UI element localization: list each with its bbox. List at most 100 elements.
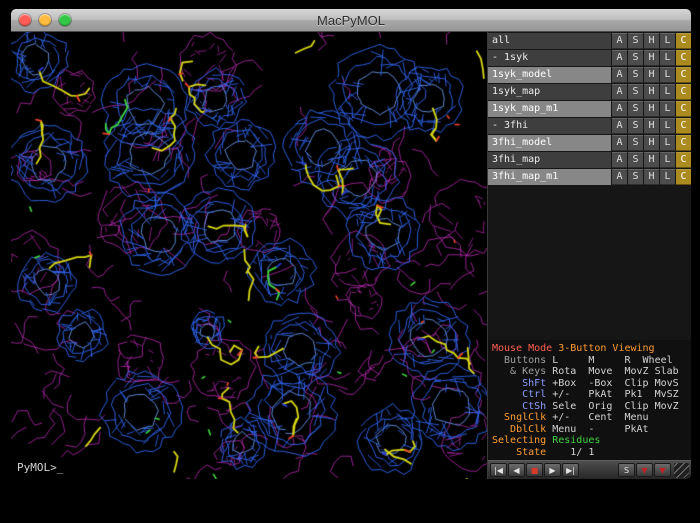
object-name[interactable]: all (488, 33, 611, 49)
object-actions: ASHLC (611, 118, 691, 134)
object-name[interactable]: - 3fhi (488, 118, 611, 134)
label-button[interactable]: L (660, 135, 675, 151)
object-name[interactable]: 3fhi_model (488, 135, 611, 151)
molecular-viewport[interactable] (11, 32, 487, 479)
action-button[interactable]: A (612, 67, 627, 83)
object-row-1syk-model: 1syk_modelASHLC (488, 67, 691, 83)
selecting-mode-line[interactable]: Selecting Residues (492, 435, 687, 447)
show-button[interactable]: S (628, 118, 643, 134)
action-button[interactable]: A (612, 50, 627, 66)
go-to-start-button[interactable]: |◀ (490, 463, 507, 477)
action-button[interactable]: A (612, 135, 627, 151)
label-button[interactable]: L (660, 33, 675, 49)
hide-button[interactable]: H (644, 135, 659, 151)
show-button[interactable]: S (628, 135, 643, 151)
show-button[interactable]: S (628, 169, 643, 185)
color-button[interactable]: C (676, 101, 691, 117)
object-actions: ASHLC (611, 135, 691, 151)
show-button[interactable]: S (628, 152, 643, 168)
action-button[interactable]: A (612, 33, 627, 49)
hide-button[interactable]: H (644, 169, 659, 185)
color-button[interactable]: C (676, 67, 691, 83)
window-controls (19, 14, 71, 26)
object-list: allASHLC- 1sykASHLC1syk_modelASHLC1syk_m… (488, 32, 691, 186)
hide-button[interactable]: H (644, 33, 659, 49)
action-button[interactable]: A (612, 101, 627, 117)
show-button[interactable]: S (628, 84, 643, 100)
stop-button[interactable]: ■ (526, 463, 543, 477)
show-button[interactable]: S (628, 101, 643, 117)
object-row-1syk-map: 1syk_mapASHLC (488, 84, 691, 100)
object-name[interactable]: - 1syk (488, 50, 611, 66)
play-button[interactable]: ▶ (544, 463, 561, 477)
label-button[interactable]: L (660, 169, 675, 185)
show-button[interactable]: S (628, 67, 643, 83)
mouse-mode-line[interactable]: Mouse Mode 3-Button Viewing (492, 343, 687, 355)
color-button[interactable]: C (676, 33, 691, 49)
hide-button[interactable]: H (644, 101, 659, 117)
color-button[interactable]: C (676, 118, 691, 134)
shift-line[interactable]: ShFt +Box -Box Clip MovS (492, 378, 687, 390)
hide-button[interactable]: H (644, 50, 659, 66)
object-name[interactable]: 1syk_map_m1 (488, 101, 611, 117)
state-line[interactable]: State 1/ 1 (492, 447, 687, 459)
viewport: PyMOL>_ (11, 32, 487, 479)
action-button[interactable]: A (612, 84, 627, 100)
show-button[interactable]: S (628, 50, 643, 66)
zoom-button[interactable] (59, 14, 71, 26)
snglclk-line[interactable]: SnglClk +/- Cent Menu (492, 412, 687, 424)
object-row-3fhi-map: 3fhi_mapASHLC (488, 152, 691, 168)
object-row-1syk: - 1sykASHLC (488, 50, 691, 66)
object-name[interactable]: 1syk_map (488, 84, 611, 100)
label-button[interactable]: L (660, 50, 675, 66)
go-to-end-button[interactable]: ▶| (562, 463, 579, 477)
movie-controls: |◀◀■▶▶|S▼▼ (488, 460, 691, 479)
object-actions: ASHLC (611, 50, 691, 66)
color-button[interactable]: C (676, 135, 691, 151)
label-button[interactable]: L (660, 118, 675, 134)
step-back-button[interactable]: ◀ (508, 463, 525, 477)
object-actions: ASHLC (611, 169, 691, 185)
show-button[interactable]: S (628, 33, 643, 49)
movie-menu-button[interactable]: ▼ (654, 463, 671, 477)
command-prompt[interactable]: PyMOL>_ (17, 461, 63, 474)
hide-button[interactable]: H (644, 118, 659, 134)
macpymol-window: MacPyMOL PyMOL>_ allASHLC- 1sykASHLC1syk… (10, 8, 692, 480)
color-button[interactable]: C (676, 50, 691, 66)
object-actions: ASHLC (611, 152, 691, 168)
close-button[interactable] (19, 14, 31, 26)
resize-grip-icon[interactable] (674, 463, 689, 478)
object-name[interactable]: 3fhi_map (488, 152, 611, 168)
scene-menu-button[interactable]: ▼ (636, 463, 653, 477)
color-button[interactable]: C (676, 169, 691, 185)
label-button[interactable]: L (660, 152, 675, 168)
action-button[interactable]: A (612, 152, 627, 168)
object-name[interactable]: 1syk_model (488, 67, 611, 83)
label-button[interactable]: L (660, 84, 675, 100)
desktop: MacPyMOL PyMOL>_ allASHLC- 1sykASHLC1syk… (0, 0, 700, 523)
hide-button[interactable]: H (644, 84, 659, 100)
hide-button[interactable]: H (644, 152, 659, 168)
label-button[interactable]: L (660, 67, 675, 83)
window-content: PyMOL>_ allASHLC- 1sykASHLC1syk_modelASH… (11, 32, 691, 479)
ctsh-line[interactable]: CtSh Sele Orig Clip MovZ (492, 401, 687, 413)
minimize-button[interactable] (39, 14, 51, 26)
hide-button[interactable]: H (644, 67, 659, 83)
color-button[interactable]: C (676, 152, 691, 168)
object-row-3fhi: - 3fhiASHLC (488, 118, 691, 134)
object-name[interactable]: 3fhi_map_m1 (488, 169, 611, 185)
object-actions: ASHLC (611, 67, 691, 83)
keys-line[interactable]: & Keys Rota Move MovZ Slab (492, 366, 687, 378)
scene-button[interactable]: S (618, 463, 635, 477)
buttons-header-line[interactable]: Buttons L M R Wheel (492, 355, 687, 367)
label-button[interactable]: L (660, 101, 675, 117)
ctrl-line[interactable]: Ctrl +/- PkAt Pk1 MvSZ (492, 389, 687, 401)
control-panel: allASHLC- 1sykASHLC1syk_modelASHLC1syk_m… (487, 32, 691, 479)
object-actions: ASHLC (611, 84, 691, 100)
action-button[interactable]: A (612, 169, 627, 185)
dblclk-line[interactable]: DblClk Menu - PkAt (492, 424, 687, 436)
title-bar[interactable]: MacPyMOL (11, 9, 691, 32)
action-button[interactable]: A (612, 118, 627, 134)
object-actions: ASHLC (611, 33, 691, 49)
color-button[interactable]: C (676, 84, 691, 100)
